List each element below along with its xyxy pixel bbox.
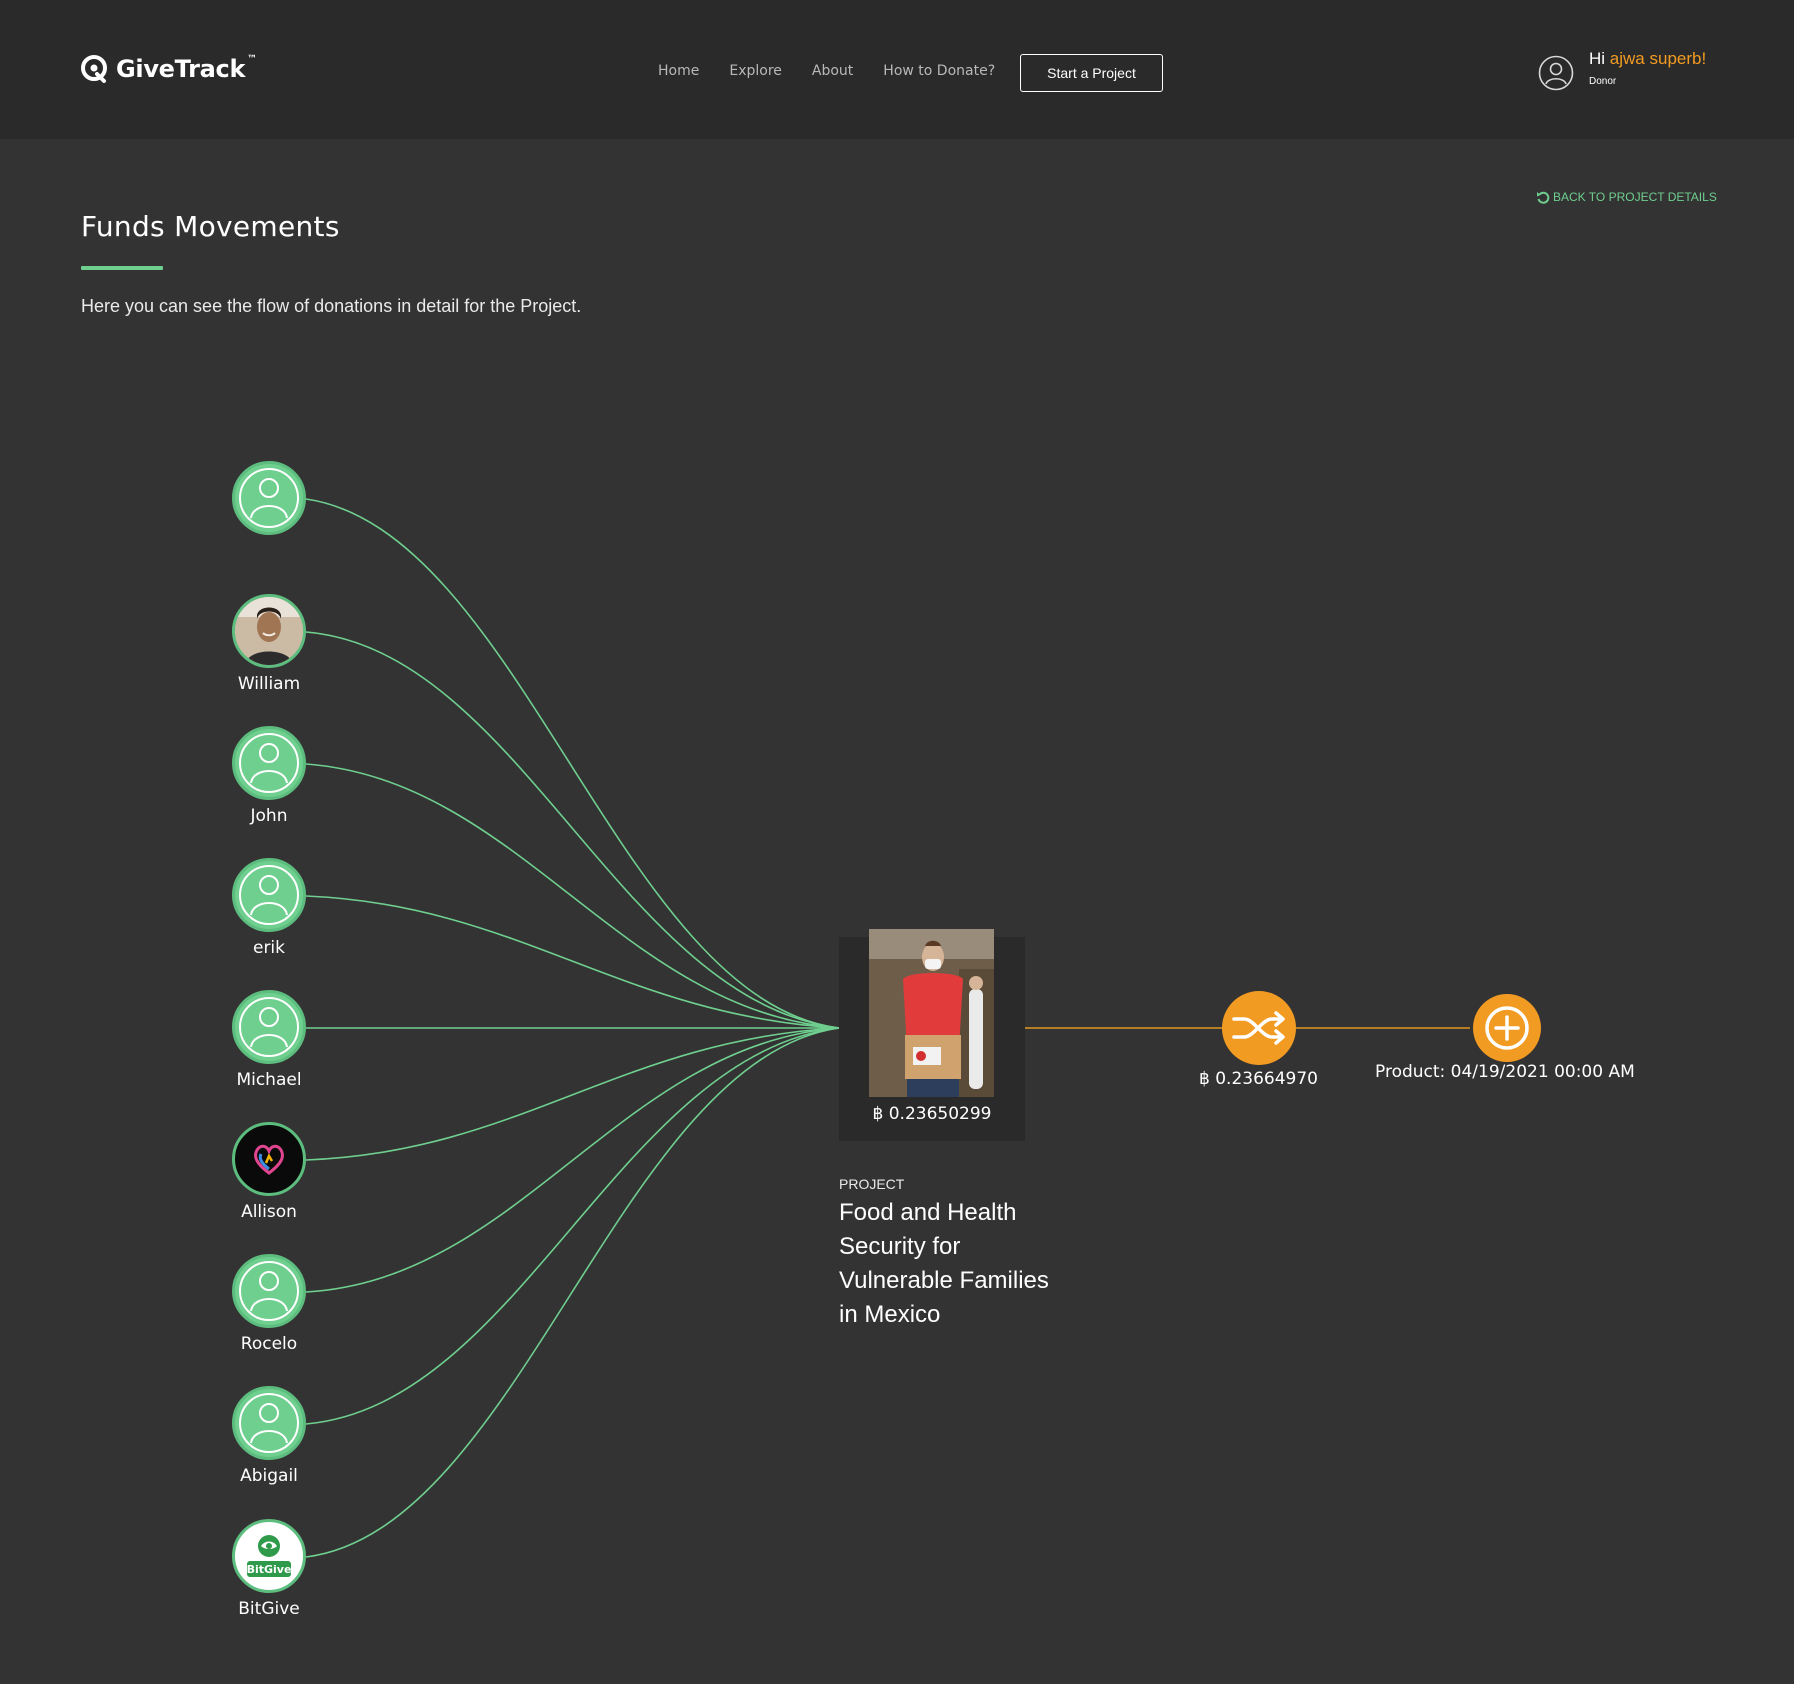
bitgive-logo-text: BitGive: [247, 1563, 292, 1576]
user-role: Donor: [1589, 76, 1617, 87]
donor-avatar[interactable]: [232, 858, 306, 932]
nav-how-to-donate[interactable]: How to Donate?: [883, 63, 995, 79]
user-avatar-icon[interactable]: [1538, 55, 1574, 91]
project-photo: [869, 929, 994, 1097]
donor-node[interactable]: [204, 461, 334, 541]
donor-node[interactable]: BitGive BitGive: [204, 1519, 334, 1619]
donor-name: BitGive: [238, 1599, 300, 1619]
title-underline: [81, 266, 163, 270]
donor-avatar[interactable]: [232, 461, 306, 535]
givetrack-logo-icon: [81, 55, 107, 83]
default-user-icon: [239, 1261, 299, 1321]
heart-logo-icon: [254, 1144, 284, 1175]
bitgive-logo: BitGive: [247, 1535, 292, 1577]
donor-node[interactable]: Michael: [204, 990, 334, 1090]
flow-line-donor-6: [305, 1027, 840, 1161]
flow-line-donor-7: [305, 1027, 840, 1293]
donor-avatar[interactable]: [232, 990, 306, 1064]
page-title: Funds Movements: [81, 210, 340, 243]
donor-name: erik: [252, 938, 286, 958]
default-user-icon: [239, 733, 299, 793]
top-header: GiveTrack ™ Home Explore About How to Do…: [0, 0, 1794, 139]
default-user-icon: [239, 468, 299, 528]
donor-name: Allison: [241, 1202, 297, 1222]
donor-node[interactable]: William: [204, 594, 334, 694]
nav-explore[interactable]: Explore: [729, 63, 782, 79]
project-label: PROJECT: [839, 1176, 905, 1192]
project-amount: ฿ 0.23650299: [872, 1104, 992, 1124]
user-name[interactable]: ajwa superb: [1610, 49, 1702, 68]
nav-home[interactable]: Home: [658, 63, 699, 79]
donor-node[interactable]: Allison: [204, 1122, 334, 1222]
nav-about[interactable]: About: [812, 63, 853, 79]
transfer-node[interactable]: [1222, 991, 1296, 1065]
donor-node[interactable]: Rocelo: [204, 1254, 334, 1354]
flow-line-donor-8: [305, 1027, 840, 1425]
donor-avatar[interactable]: BitGive: [232, 1519, 306, 1593]
donor-name: Rocelo: [240, 1334, 298, 1354]
flow-line-donor-1: [305, 498, 840, 1029]
project-image[interactable]: [869, 929, 994, 1097]
flow-line-donor-4: [305, 895, 840, 1029]
trademark-mark: ™: [247, 53, 258, 65]
donor-photo: [235, 597, 303, 665]
product-label: Product: 04/19/2021 00:00 AM: [1375, 1062, 1635, 1082]
product-node[interactable]: [1473, 994, 1541, 1062]
transfer-amount: ฿ 0.23664970: [1199, 1069, 1318, 1089]
default-user-icon: [239, 865, 299, 925]
donor-avatar[interactable]: [232, 1122, 306, 1196]
brand-name: GiveTrack: [116, 55, 246, 83]
givetrack-logo[interactable]: GiveTrack ™: [80, 54, 257, 84]
undo-arrow-icon: [1537, 191, 1550, 204]
donor-avatar[interactable]: [232, 1254, 306, 1328]
back-link-label: BACK TO PROJECT DETAILS: [1553, 190, 1717, 204]
main-nav: Home Explore About How to Donate?: [658, 63, 995, 79]
default-user-icon: [239, 997, 299, 1057]
plus-circle-icon: [1485, 1006, 1529, 1050]
donor-name: Michael: [236, 1070, 302, 1090]
greeting-word: Hi: [1589, 49, 1606, 68]
back-to-project-link[interactable]: BACK TO PROJECT DETAILS: [1536, 190, 1717, 204]
page-subtitle: Here you can see the flow of donations i…: [81, 296, 582, 316]
shuffle-icon: [1232, 1011, 1285, 1045]
donor-avatar[interactable]: [232, 726, 306, 800]
donor-name: William: [237, 674, 301, 694]
project-name[interactable]: Food and Health Security for Vulnerable …: [839, 1196, 1069, 1332]
greeting-exclaim: !: [1701, 49, 1707, 68]
flow-line-donor-2: [305, 631, 840, 1029]
donor-avatar[interactable]: [232, 1386, 306, 1460]
donor-connection-lines: [305, 498, 840, 1558]
donor-node[interactable]: John: [204, 726, 334, 826]
donor-node[interactable]: erik: [204, 858, 334, 958]
donor-avatar[interactable]: [232, 594, 306, 668]
donor-name: Abigail: [240, 1466, 298, 1486]
donor-node[interactable]: Abigail: [204, 1386, 334, 1486]
start-project-button[interactable]: Start a Project: [1020, 54, 1163, 92]
flow-line-donor-9: [305, 1027, 840, 1558]
flow-line-donor-3: [305, 763, 840, 1029]
donor-name: John: [250, 806, 288, 826]
user-greeting: Hi ajwa superb!: [1589, 49, 1706, 69]
default-user-icon: [239, 1393, 299, 1453]
